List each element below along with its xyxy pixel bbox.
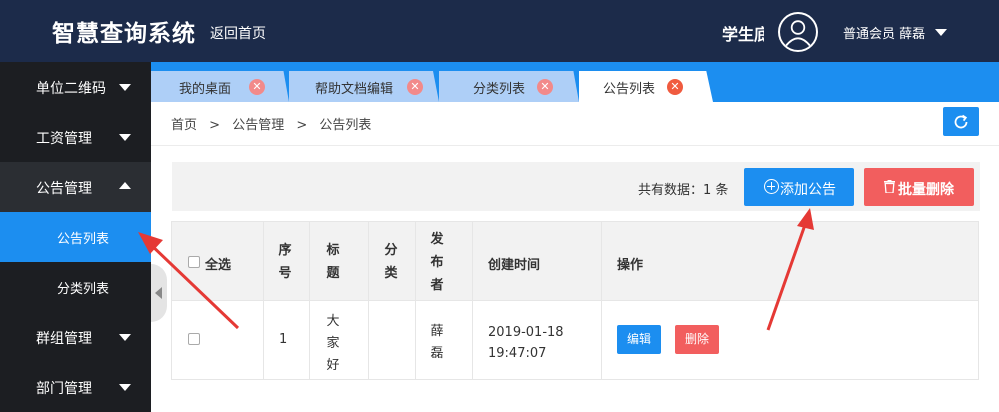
top-header: 智慧查询系统 返回首页 学生底 普通会员 薛磊 xyxy=(0,0,999,62)
tab-label: 帮助文档编辑 xyxy=(315,82,394,97)
close-icon[interactable]: ✕ xyxy=(407,79,423,95)
breadcrumb-separator: > xyxy=(209,118,221,133)
app-title: 智慧查询系统 xyxy=(52,21,196,47)
header-char: 号 xyxy=(278,266,292,281)
chevron-down-icon xyxy=(119,334,131,341)
member-menu[interactable]: 普通会员 薛磊 xyxy=(843,23,925,42)
row-publisher: 薛 磊 xyxy=(429,321,445,365)
refresh-icon xyxy=(954,114,968,129)
row-title: 大 家 好 xyxy=(325,311,341,377)
user-role-label: 学生底 xyxy=(722,25,764,44)
sidebar-item-label: 公告管理 xyxy=(36,181,92,197)
breadcrumb: 首页 > 公告管理 > 公告列表 xyxy=(171,114,371,133)
total-count: 共有数据：1 条 xyxy=(638,183,729,198)
column-divider xyxy=(415,222,416,379)
header-char: 分 xyxy=(384,243,398,258)
select-all-checkbox[interactable] xyxy=(188,256,200,268)
header-char: 者 xyxy=(430,278,444,293)
close-icon[interactable]: ✕ xyxy=(249,79,265,95)
announcement-table: 全选 序 号 标 题 分 类 发 布 者 创建时间 操作 1 大 家 好 薛 磊… xyxy=(171,221,979,380)
tab-label: 分类列表 xyxy=(473,82,526,97)
sidebar-item-label: 部门管理 xyxy=(36,381,92,397)
divider xyxy=(151,145,999,146)
sidebar-item-unit-qrcode[interactable]: 单位二维码 xyxy=(0,62,151,112)
row-checkbox[interactable] xyxy=(188,333,200,345)
chevron-down-icon xyxy=(119,84,131,91)
sidebar: 单位二维码 工资管理 公告管理 公告列表 分类列表 群组管理 部门管理 xyxy=(0,62,151,412)
header-char: 布 xyxy=(430,255,444,270)
sidebar-item-label: 群组管理 xyxy=(36,331,92,347)
chevron-down-icon xyxy=(119,384,131,391)
add-announcement-button[interactable]: 添加公告 xyxy=(744,168,854,206)
add-button-label: 添加公告 xyxy=(780,182,836,198)
header-char: 标 xyxy=(326,243,340,258)
sidebar-item-label: 单位二维码 xyxy=(36,81,106,97)
header-actions: 操作 xyxy=(617,258,644,273)
tab-my-desktop[interactable]: 我的桌面 ✕ xyxy=(151,71,289,102)
created-date: 2019-01-18 xyxy=(488,325,564,340)
plus-circle-icon xyxy=(764,179,779,194)
column-divider xyxy=(368,222,369,379)
header-char: 发 xyxy=(430,232,444,247)
user-avatar-icon[interactable] xyxy=(778,12,818,52)
chevron-down-icon xyxy=(119,134,131,141)
chevron-down-icon[interactable] xyxy=(935,29,947,36)
header-category: 分 类 xyxy=(383,239,399,285)
breadcrumb-current: 公告列表 xyxy=(319,118,372,133)
header-char: 题 xyxy=(326,266,340,281)
tab-help-doc-edit[interactable]: 帮助文档编辑 ✕ xyxy=(289,71,439,102)
title-char: 大 xyxy=(326,314,340,329)
close-icon[interactable]: ✕ xyxy=(537,79,553,95)
home-link[interactable]: 返回首页 xyxy=(210,23,266,43)
column-divider xyxy=(472,222,473,379)
sidebar-item-label: 分类列表 xyxy=(57,282,110,297)
row-index: 1 xyxy=(279,332,288,347)
header-select-all: 全选 xyxy=(205,258,232,273)
header-char: 序 xyxy=(278,243,292,258)
header-index: 序 号 xyxy=(277,239,293,285)
sidebar-item-groups[interactable]: 群组管理 xyxy=(0,312,151,362)
column-divider xyxy=(309,222,310,379)
sidebar-item-departments[interactable]: 部门管理 xyxy=(0,362,151,412)
sidebar-item-announcements[interactable]: 公告管理 xyxy=(0,162,151,212)
breadcrumb-separator: > xyxy=(296,118,308,133)
title-char: 好 xyxy=(326,358,340,373)
batch-delete-button[interactable]: 批量删除 xyxy=(864,168,974,206)
column-divider xyxy=(263,222,264,379)
refresh-button[interactable] xyxy=(943,107,979,136)
edit-button[interactable]: 编辑 xyxy=(617,325,661,354)
chevron-left-icon xyxy=(155,287,162,299)
sidebar-item-label: 公告列表 xyxy=(57,232,110,247)
tab-label: 公告列表 xyxy=(603,82,656,97)
delete-button[interactable]: 删除 xyxy=(675,325,719,354)
title-char: 家 xyxy=(326,336,340,351)
header-char: 类 xyxy=(384,266,398,281)
chevron-up-icon xyxy=(119,182,131,189)
sidebar-collapse-handle[interactable] xyxy=(151,264,167,322)
header-created-time: 创建时间 xyxy=(488,258,541,273)
breadcrumb-home[interactable]: 首页 xyxy=(171,118,197,133)
action-bar: 共有数据：1 条 添加公告 批量删除 xyxy=(172,162,980,211)
breadcrumb-section[interactable]: 公告管理 xyxy=(232,118,284,133)
created-time: 19:47:07 xyxy=(488,346,547,361)
sidebar-item-salary[interactable]: 工资管理 xyxy=(0,112,151,162)
sidebar-item-category-list[interactable]: 分类列表 xyxy=(0,262,151,312)
tab-bar: 我的桌面 ✕ 帮助文档编辑 ✕ 分类列表 ✕ 公告列表 ✕ xyxy=(151,62,999,102)
row-created-time: 2019-01-18 19:47:07 xyxy=(488,322,564,364)
tab-announcement-list[interactable]: 公告列表 ✕ xyxy=(579,71,713,102)
close-icon[interactable]: ✕ xyxy=(667,79,683,95)
sidebar-item-label: 工资管理 xyxy=(36,131,92,147)
batch-delete-label: 批量删除 xyxy=(898,182,954,198)
trash-icon xyxy=(884,180,895,193)
publisher-char: 薛 xyxy=(430,324,444,339)
sidebar-item-announcement-list[interactable]: 公告列表 xyxy=(0,212,151,262)
column-divider xyxy=(601,222,602,379)
publisher-char: 磊 xyxy=(430,346,444,361)
tab-label: 我的桌面 xyxy=(179,82,232,97)
header-title: 标 题 xyxy=(325,239,341,285)
header-publisher: 发 布 者 xyxy=(429,228,445,297)
tab-category-list[interactable]: 分类列表 ✕ xyxy=(439,71,579,102)
